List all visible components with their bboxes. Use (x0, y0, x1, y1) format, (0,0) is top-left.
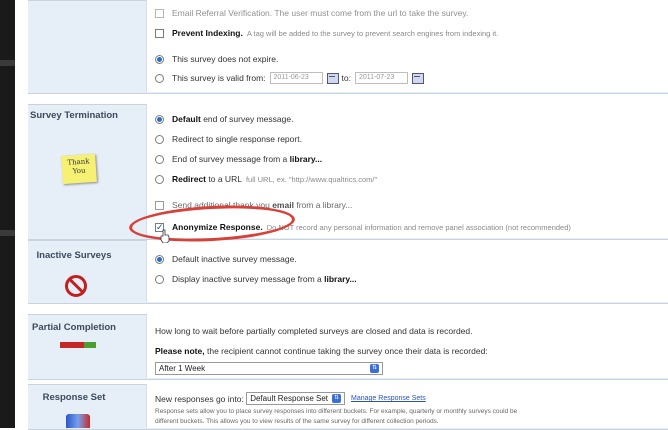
partial-completion-label: Partial Completion (32, 322, 116, 333)
window-edge-strip (0, 0, 15, 428)
thank-you-note-icon: Thank You (61, 153, 97, 185)
default-end-row[interactable]: Default end of survey message. (155, 114, 293, 124)
partial-note-row: Please note, the recipient cannot contin… (155, 346, 488, 356)
valid-range-radio[interactable] (155, 73, 164, 83)
redirect-url-radio[interactable] (155, 174, 164, 184)
response-set-desc-1: Response sets allow you to place survey … (155, 408, 518, 415)
manage-response-sets-link[interactable]: Manage Response Sets (351, 395, 426, 402)
inactive-default-row[interactable]: Default inactive survey message. (155, 254, 297, 264)
calendar-icon[interactable] (326, 72, 339, 84)
library-message-radio[interactable] (155, 154, 164, 164)
select-arrows-icon: ⇅ (332, 394, 342, 403)
partial-timeout-select[interactable]: After 1 Week ⇅ (155, 362, 383, 375)
no-expire-row[interactable]: This survey does not expire. (155, 54, 278, 64)
prevent-indexing-checkbox[interactable] (155, 28, 164, 38)
redirect-report-radio[interactable] (155, 134, 164, 144)
partial-select-row[interactable]: After 1 Week ⇅ (155, 362, 383, 375)
inactive-default-radio[interactable] (155, 254, 164, 264)
response-set-label: Response Set (42, 392, 106, 403)
inactive-surveys-label: Inactive Surveys (36, 250, 112, 261)
inactive-surveys-content (146, 240, 668, 302)
inactive-library-radio[interactable] (155, 274, 164, 284)
survey-termination-label: Survey Termination (30, 110, 118, 121)
send-thanks-checkbox[interactable] (155, 200, 164, 210)
email-referral-row[interactable]: Email Referral Verification. The user mu… (155, 8, 468, 18)
calendar-icon[interactable] (411, 72, 424, 84)
inactive-library-row[interactable]: Display inactive survey message from a l… (155, 274, 357, 284)
strip-notch (0, 60, 15, 66)
redirect-url-row[interactable]: Redirect to a URL full URL, ex. "http://… (155, 174, 377, 184)
response-bucket-icon (66, 414, 90, 428)
email-referral-checkbox[interactable] (155, 8, 164, 18)
hand-cursor-icon (160, 229, 170, 243)
valid-range-row[interactable]: This survey is valid from: 2011-06-23 to… (155, 72, 427, 84)
progress-bar-icon (60, 342, 96, 348)
valid-from-input[interactable]: 2011-06-23 (269, 72, 323, 84)
default-end-radio[interactable] (155, 114, 164, 124)
library-message-row[interactable]: End of survey message from a library... (155, 154, 322, 164)
response-set-select[interactable]: Default Response Set ⇅ (246, 392, 346, 405)
response-set-desc-2: different buckets. This allows you to vi… (155, 418, 439, 425)
valid-to-input[interactable]: 2011-07-23 (354, 72, 408, 84)
select-arrows-icon: ⇅ (370, 364, 379, 373)
strip-notch (0, 230, 15, 236)
no-expire-radio[interactable] (155, 54, 164, 64)
partial-question-row: How long to wait before partially comple… (155, 326, 473, 336)
redirect-report-row[interactable]: Redirect to single response report. (155, 134, 302, 144)
prohibited-icon (65, 275, 87, 297)
response-set-row[interactable]: New responses go into: Default Response … (155, 392, 426, 405)
prevent-indexing-row[interactable]: Prevent Indexing. A tag will be added to… (155, 28, 498, 38)
